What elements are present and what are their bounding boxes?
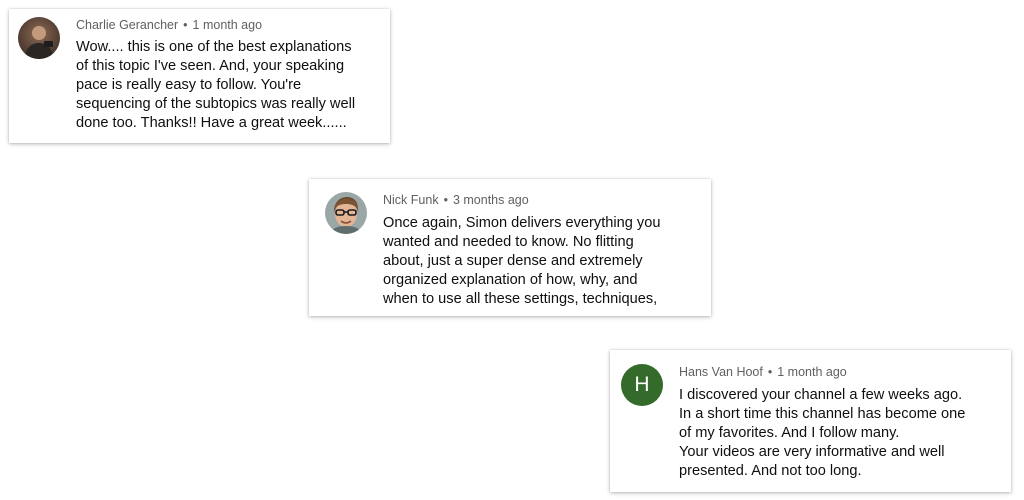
comment-line: Once again, Simon delivers everything yo… — [383, 215, 661, 231]
comment-card: Nick Funk • 3 months ago Once again, Simon… — [309, 179, 711, 316]
comment-line: of this topic I've seen. And, your speak… — [76, 58, 345, 74]
separator-dot: • — [183, 18, 188, 32]
comment-line: I discovered your channel a few weeks ag… — [679, 387, 963, 403]
comment-line: presented. And not too long. — [679, 463, 862, 479]
author-name[interactable]: Charlie Gerancher — [76, 18, 178, 32]
comment-line: pace is really easy to follow. You're — [76, 77, 302, 93]
separator-dot: • — [443, 193, 448, 207]
comment-text: I discovered your channel a few weeks ag… — [679, 386, 965, 481]
comment-line: of my favorites. And I follow many. — [679, 425, 900, 441]
user-avatar-icon — [18, 17, 60, 59]
comment-line: sequencing of the subtopics was really w… — [76, 96, 356, 112]
comment-text: Wow.... this is one of the best explanat… — [76, 38, 355, 133]
comment-line: In a short time this channel has become … — [679, 406, 966, 422]
author-name[interactable]: Hans Van Hoof — [679, 365, 763, 379]
comment-line: wanted and needed to know. No flitting — [383, 234, 634, 250]
avatar[interactable] — [325, 192, 367, 234]
avatar[interactable] — [18, 17, 60, 59]
separator-dot: • — [767, 365, 773, 379]
comment-line: organized explanation of how, why, and — [383, 272, 638, 288]
comment-line: Wow.... this is one of the best explanat… — [76, 39, 352, 55]
comment-header: Hans Van Hoof • 1 month ago — [679, 365, 847, 379]
comment-header: Charlie Gerancher • 1 month ago — [76, 18, 262, 32]
author-name[interactable]: Nick Funk — [383, 193, 439, 207]
comment-line: done too. Thanks!! Have a great week....… — [76, 115, 347, 131]
comment-line: Your videos are very informative and wel… — [679, 444, 945, 460]
avatar-letter[interactable]: H — [621, 364, 663, 406]
comment-time[interactable]: 3 months ago — [453, 193, 529, 207]
comment-card: H Hans Van Hoof • 1 month ago I discovered… — [610, 350, 1011, 492]
comment-line: about, just a super dense and extremely — [383, 253, 643, 269]
comment-header: Nick Funk • 3 months ago — [383, 193, 529, 207]
comment-time[interactable]: 1 month ago — [777, 365, 847, 379]
comment-line: when to use all these settings, techniqu… — [383, 291, 658, 307]
user-avatar-icon — [325, 192, 367, 234]
comment-text: Once again, Simon delivers everything yo… — [383, 214, 660, 309]
comment-card: Charlie Gerancher • 1 month ago Wow.... th… — [9, 9, 390, 143]
comment-time[interactable]: 1 month ago — [193, 18, 263, 32]
